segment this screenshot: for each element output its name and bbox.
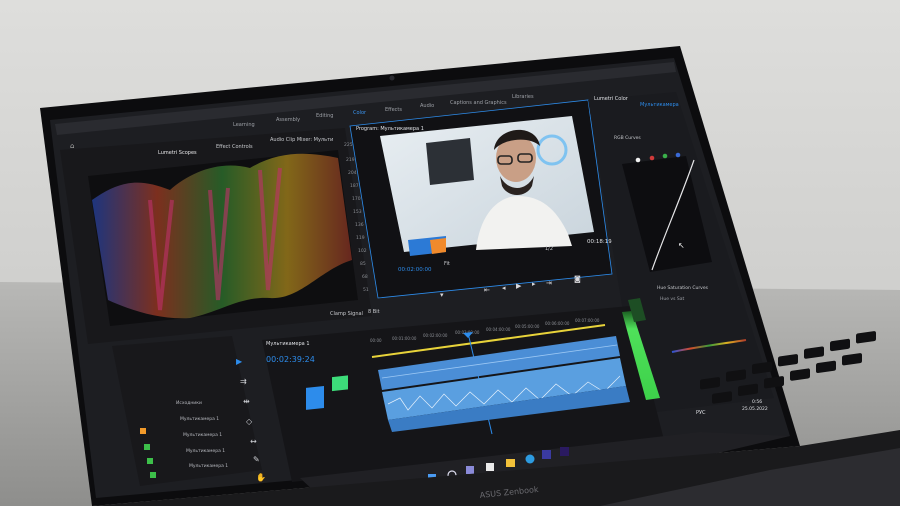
widgets-icon[interactable] bbox=[466, 466, 474, 474]
project-item-folder[interactable]: Исходники bbox=[176, 400, 202, 406]
hand-tool-icon[interactable]: ✋ bbox=[256, 472, 266, 482]
fit-dropdown[interactable]: Fit bbox=[444, 261, 450, 267]
taskbar-clock-date[interactable]: 25.05.2022 bbox=[742, 406, 768, 412]
track-target-v1[interactable] bbox=[306, 385, 324, 410]
tab-color[interactable]: Color bbox=[353, 110, 367, 116]
svg-text:00:00: 00:00 bbox=[370, 338, 382, 343]
svg-text:187: 187 bbox=[350, 183, 359, 189]
tab-editing[interactable]: Editing bbox=[316, 113, 333, 119]
label-color-green bbox=[147, 458, 153, 464]
tab-effects[interactable]: Effects bbox=[385, 107, 402, 113]
razor-tool-icon[interactable]: ◇ bbox=[246, 417, 253, 426]
after-effects-icon[interactable] bbox=[542, 450, 551, 459]
svg-text:68: 68 bbox=[362, 274, 368, 280]
program-monitor-title: Program: Мультикамера 1 bbox=[356, 126, 424, 132]
webcam bbox=[389, 75, 395, 81]
project-item-sequence[interactable]: Мультикамера 1 bbox=[189, 463, 228, 469]
lumetri-color-tab[interactable]: Мультикамера bbox=[640, 102, 679, 108]
svg-text:136: 136 bbox=[355, 222, 364, 228]
svg-text:51: 51 bbox=[363, 287, 369, 293]
svg-text:00:06:00:00: 00:06:00:00 bbox=[545, 321, 570, 326]
hue-vs-sat-label: Hue vs Sat bbox=[660, 296, 684, 302]
export-frame-icon[interactable]: ◙ bbox=[574, 275, 581, 283]
hue-saturation-section[interactable]: Hue Saturation Curves bbox=[657, 285, 709, 291]
ripple-edit-tool-icon[interactable]: ⇹ bbox=[243, 397, 250, 406]
screen: Learning Assembly Editing Color Effects … bbox=[50, 58, 790, 506]
tab-effect-controls[interactable]: Effect Controls bbox=[216, 144, 253, 150]
project-item-sequence[interactable]: Мультикамера 1 bbox=[180, 416, 219, 422]
label-color-green bbox=[144, 444, 150, 450]
next-frame-icon[interactable]: ▸ bbox=[532, 280, 536, 288]
curve-white-channel[interactable] bbox=[635, 157, 641, 163]
svg-text:119: 119 bbox=[356, 235, 365, 241]
tab-learning[interactable]: Learning bbox=[233, 122, 255, 128]
svg-text:225: 225 bbox=[344, 142, 353, 148]
project-item-sequence[interactable]: Мультикамера 1 bbox=[186, 448, 225, 454]
edge-icon[interactable] bbox=[525, 454, 535, 464]
home-icon[interactable]: ⌂ bbox=[70, 142, 74, 150]
svg-text:170: 170 bbox=[352, 196, 361, 202]
svg-text:102: 102 bbox=[358, 248, 367, 254]
step-back-icon[interactable]: ⇤ bbox=[484, 286, 490, 294]
tab-libraries[interactable]: Libraries bbox=[512, 94, 534, 100]
svg-text:85: 85 bbox=[360, 261, 366, 267]
svg-text:00:07:00:00: 00:07:00:00 bbox=[575, 318, 600, 323]
keyboard-language[interactable]: РУС bbox=[696, 410, 706, 416]
resolution-dropdown[interactable]: 1/2 bbox=[545, 246, 553, 252]
svg-text:219: 219 bbox=[346, 157, 355, 163]
track-target-a1[interactable] bbox=[332, 375, 348, 392]
tab-assembly[interactable]: Assembly bbox=[276, 117, 300, 123]
tab-captions[interactable]: Captions and Graphics bbox=[450, 100, 507, 106]
curve-green-channel[interactable] bbox=[662, 153, 668, 159]
svg-text:153: 153 bbox=[353, 209, 362, 215]
bit-depth-select[interactable]: 8 Bit bbox=[368, 309, 380, 315]
slip-tool-icon[interactable]: ↔ bbox=[250, 437, 257, 446]
video-inset-orange bbox=[430, 238, 446, 254]
rgb-curves-section[interactable]: RGB Curves bbox=[614, 135, 641, 141]
timeline-timecode[interactable]: 00:02:39:24 bbox=[266, 355, 315, 364]
selection-tool-icon[interactable]: ▶ bbox=[236, 357, 243, 366]
pen-tool-icon[interactable]: ✎ bbox=[253, 455, 260, 464]
tab-lumetri-scopes[interactable]: Lumetri Scopes bbox=[158, 150, 197, 156]
curve-red-channel[interactable] bbox=[649, 155, 655, 161]
lumetri-color-title: Lumetri Color bbox=[594, 96, 629, 102]
project-item-sequence[interactable]: Мультикамера 1 bbox=[183, 432, 222, 438]
prev-frame-icon[interactable]: ◂ bbox=[502, 284, 506, 292]
premiere-pro-icon[interactable] bbox=[560, 447, 569, 456]
tab-audio[interactable]: Audio bbox=[420, 103, 434, 109]
file-explorer-icon[interactable] bbox=[506, 459, 515, 467]
svg-text:00:05:00:00: 00:05:00:00 bbox=[515, 324, 540, 329]
label-color-orange bbox=[140, 428, 146, 434]
photo-scene: Learning Assembly Editing Color Effects … bbox=[0, 0, 900, 506]
step-forward-icon[interactable]: ⇥ bbox=[546, 279, 552, 287]
mouse-cursor-icon: ↖ bbox=[678, 241, 685, 250]
timeline-title: Мультикамера 1 bbox=[266, 341, 310, 347]
marker-icon[interactable]: ▾ bbox=[440, 291, 444, 299]
tab-audio-clip-mixer[interactable]: Audio Clip Mixer: Мульти bbox=[270, 137, 333, 143]
svg-text:00:01:00:00: 00:01:00:00 bbox=[392, 336, 417, 341]
program-current-timecode[interactable]: 00:02:00:00 bbox=[398, 267, 432, 273]
clamp-signal-checkbox[interactable]: Clamp Signal bbox=[330, 311, 363, 317]
taskbar-clock-time[interactable]: 0:56 bbox=[752, 399, 762, 405]
label-color-green bbox=[150, 472, 156, 478]
video-background-frame bbox=[426, 138, 474, 185]
chat-icon[interactable] bbox=[486, 463, 494, 471]
curve-blue-channel[interactable] bbox=[675, 152, 681, 158]
track-select-tool-icon[interactable]: ⇉ bbox=[240, 377, 247, 386]
svg-text:00:04:00:00: 00:04:00:00 bbox=[486, 327, 511, 332]
svg-text:204: 204 bbox=[348, 170, 357, 176]
play-icon[interactable]: ▶ bbox=[516, 282, 522, 290]
svg-text:00:02:00:00: 00:02:00:00 bbox=[423, 333, 448, 338]
